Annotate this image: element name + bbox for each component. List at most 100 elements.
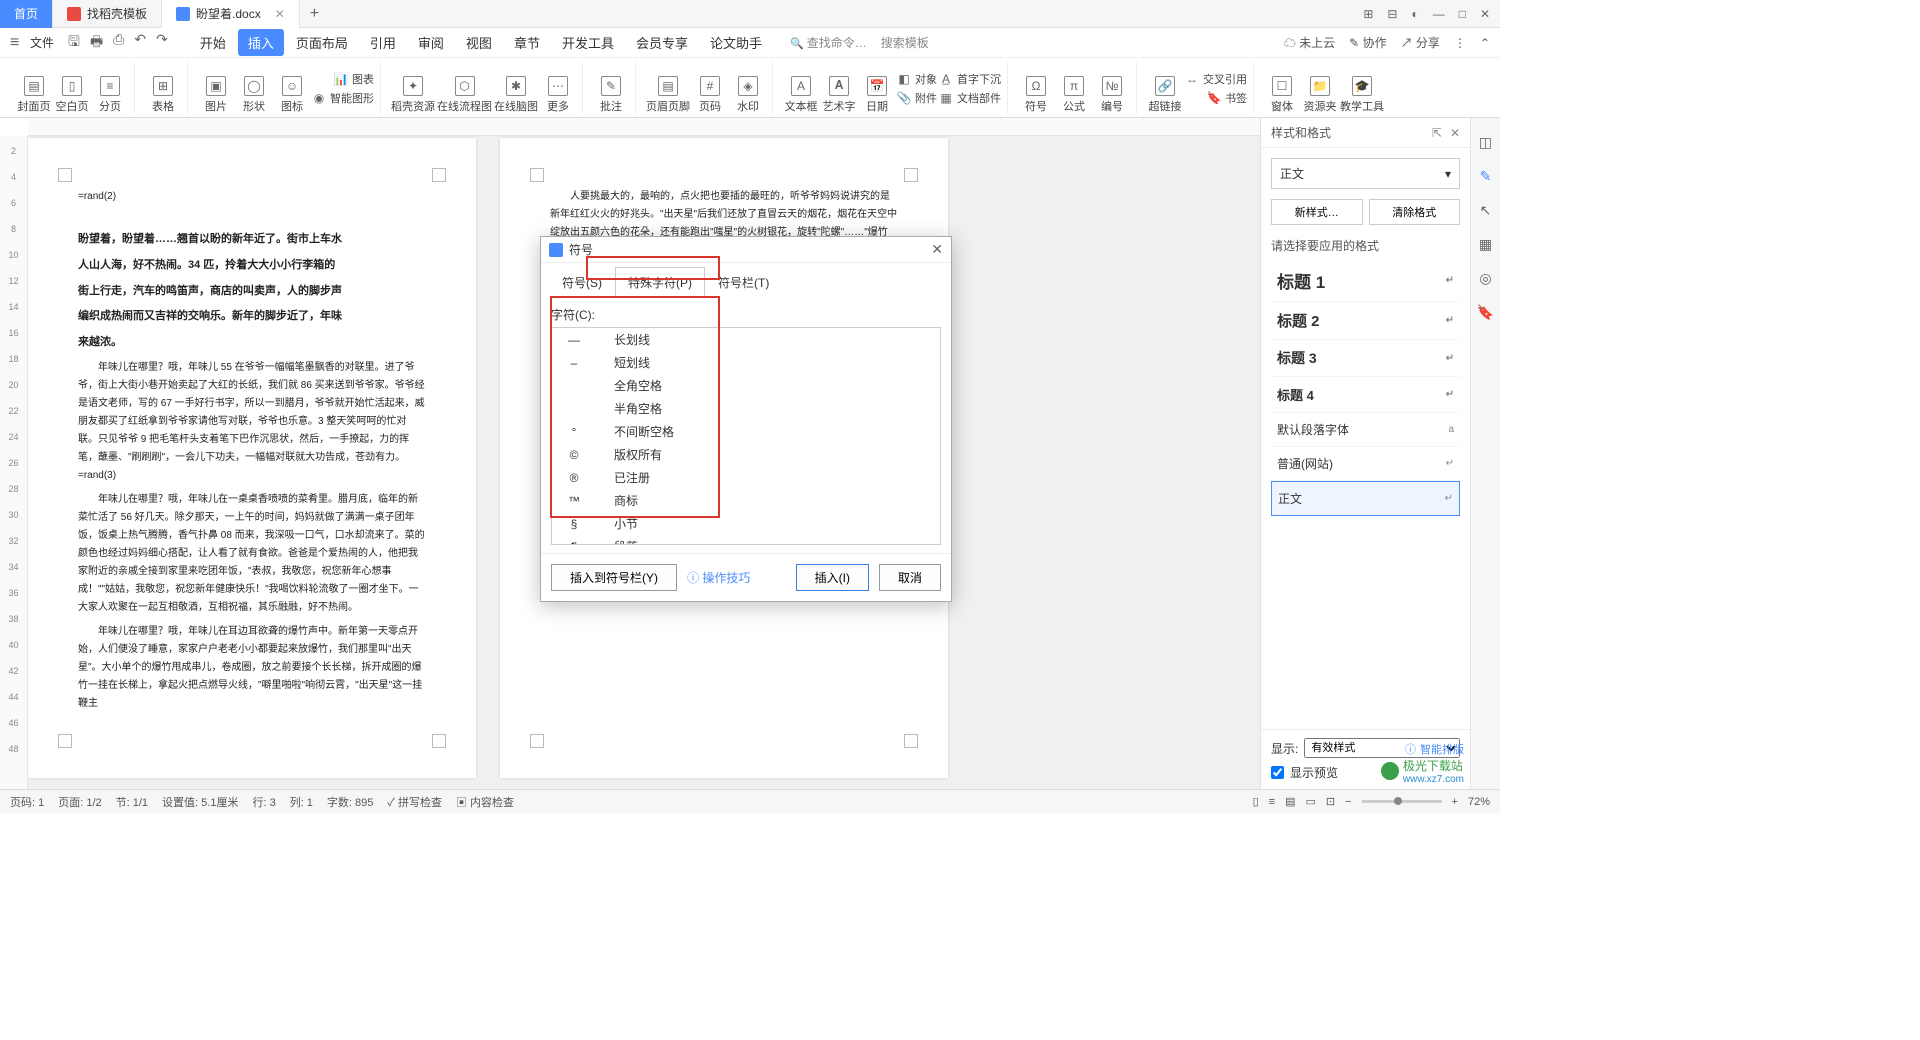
- shape-button[interactable]: ◯形状: [236, 64, 272, 114]
- pen-icon[interactable]: ✎: [1477, 168, 1495, 186]
- more-button[interactable]: ⋯更多: [540, 64, 576, 114]
- comment-button[interactable]: ✎批注: [593, 64, 629, 114]
- tips-link[interactable]: ⓘ 操作技巧: [687, 569, 750, 586]
- char-row[interactable]: ©版权所有: [552, 443, 940, 466]
- tab-document[interactable]: 盼望着.docx✕: [162, 0, 300, 28]
- zoom-out-icon[interactable]: −: [1345, 796, 1351, 808]
- preview-icon[interactable]: ⎙: [113, 31, 124, 55]
- tab-special-char[interactable]: 特殊字符(P): [615, 267, 705, 298]
- style-heading4[interactable]: 标题 4↵: [1271, 377, 1460, 413]
- vertical-ruler[interactable]: 2468101214161820222426283032343638404244…: [0, 136, 28, 789]
- style-normal-web[interactable]: 普通(网站)↵: [1271, 447, 1460, 481]
- tab-templates[interactable]: 找稻壳模板: [53, 0, 162, 28]
- form-button[interactable]: ☐窗体: [1264, 64, 1300, 114]
- bookmark-icon[interactable]: 🔖: [1477, 304, 1495, 322]
- watermark-button[interactable]: ◈水印: [730, 64, 766, 114]
- tab-pagelayout[interactable]: 页面布局: [286, 29, 358, 56]
- search-template[interactable]: 搜索模板: [881, 34, 929, 51]
- close-icon[interactable]: ✕: [275, 7, 285, 21]
- status-col[interactable]: 列: 1: [290, 794, 313, 810]
- header-footer-button[interactable]: ▤页眉页脚: [646, 64, 690, 114]
- char-row[interactable]: 半角空格: [552, 397, 940, 420]
- thumbnail-icon[interactable]: ▦: [1477, 236, 1495, 254]
- close-icon[interactable]: ✕: [1480, 7, 1490, 21]
- resource-button[interactable]: 📁资源夹: [1302, 64, 1338, 114]
- bookmark-button[interactable]: 🔖书签: [1185, 89, 1247, 107]
- grid-icon[interactable]: ⊟: [1387, 7, 1397, 21]
- char-row[interactable]: ¶段落: [552, 535, 940, 545]
- maximize-icon[interactable]: □: [1459, 7, 1466, 21]
- flowchart-button[interactable]: ⬡在线流程图: [437, 64, 492, 114]
- tab-reference[interactable]: 引用: [360, 29, 406, 56]
- formula-button[interactable]: π公式: [1056, 64, 1092, 114]
- tab-review[interactable]: 审阅: [408, 29, 454, 56]
- cover-page-button[interactable]: ▤封面页: [16, 64, 52, 114]
- close-icon[interactable]: ✕: [1450, 126, 1460, 140]
- search-command[interactable]: 查找命令…: [790, 34, 867, 51]
- smartart-button[interactable]: ◉智能图形: [312, 89, 374, 107]
- blank-page-button[interactable]: ▯空白页: [54, 64, 90, 114]
- status-section[interactable]: 节: 1/1: [116, 794, 148, 810]
- numbering-button[interactable]: №编号: [1094, 64, 1130, 114]
- layout-icon[interactable]: ⊞: [1363, 7, 1373, 21]
- view-web-icon[interactable]: ▤: [1285, 795, 1295, 808]
- dropcap-button[interactable]: A̲首字下沉: [939, 70, 1001, 88]
- menu-icon[interactable]: [10, 34, 24, 52]
- table-button[interactable]: ⊞表格: [145, 64, 181, 114]
- status-spellcheck[interactable]: ✓ 拼写检查: [387, 794, 442, 810]
- status-page[interactable]: 页码: 1: [10, 794, 44, 810]
- cloud-status[interactable]: ☁ 未上云: [1284, 34, 1335, 51]
- show-preview-checkbox[interactable]: [1271, 766, 1284, 779]
- style-body[interactable]: 正文↵: [1271, 481, 1460, 516]
- tab-insert[interactable]: 插入: [238, 29, 284, 56]
- new-style-button[interactable]: 新样式…: [1271, 199, 1363, 225]
- wordart-button[interactable]: 𝐀艺术字: [821, 64, 857, 114]
- file-menu[interactable]: 文件: [30, 34, 54, 51]
- char-row[interactable]: §小节: [552, 512, 940, 535]
- tab-home[interactable]: 首页: [0, 0, 53, 28]
- char-row[interactable]: —长划线: [552, 328, 940, 351]
- chart-button[interactable]: 📊图表: [312, 70, 374, 88]
- clear-format-button[interactable]: 清除格式: [1369, 199, 1461, 225]
- more-icon[interactable]: ⋮: [1454, 36, 1466, 50]
- redo-icon[interactable]: ↷: [156, 31, 168, 55]
- char-row[interactable]: ™商标: [552, 489, 940, 512]
- tab-section[interactable]: 章节: [504, 29, 550, 56]
- save-icon[interactable]: 🖫: [68, 31, 80, 55]
- attachment-button[interactable]: 📎附件: [897, 89, 937, 107]
- teaching-button[interactable]: 🎓教学工具: [1340, 64, 1384, 114]
- page-number-button[interactable]: #页码: [692, 64, 728, 114]
- char-row[interactable]: –短划线: [552, 351, 940, 374]
- style-heading2[interactable]: 标题 2↵: [1271, 302, 1460, 340]
- collab-button[interactable]: ✎ 协作: [1349, 34, 1386, 51]
- collapse-icon[interactable]: ⌃: [1480, 36, 1490, 50]
- status-pages[interactable]: 页面: 1/2: [58, 794, 101, 810]
- style-heading1[interactable]: 标题 1↵: [1271, 260, 1460, 302]
- tab-view[interactable]: 视图: [456, 29, 502, 56]
- object-button[interactable]: ◧对象: [897, 70, 937, 88]
- symbol-button[interactable]: Ω符号: [1018, 64, 1054, 114]
- page-1[interactable]: =rand(2) 盼望着，盼望着……翘首以盼的新年近了。街市上车水 人山人海，好…: [28, 138, 476, 778]
- tab-add[interactable]: +: [300, 5, 329, 23]
- page-break-button[interactable]: ≡分页: [92, 64, 128, 114]
- share-button[interactable]: ↗ 分享: [1401, 34, 1440, 51]
- tab-developer[interactable]: 开发工具: [552, 29, 624, 56]
- icon-button[interactable]: ☺图标: [274, 64, 310, 114]
- tab-member[interactable]: 会员专享: [626, 29, 698, 56]
- zoom-fit-icon[interactable]: ⊡: [1326, 795, 1335, 808]
- tab-thesis[interactable]: 论文助手: [700, 29, 772, 56]
- char-row[interactable]: ®已注册: [552, 466, 940, 489]
- select-icon[interactable]: ↖: [1477, 202, 1495, 220]
- view-page-icon[interactable]: ▯: [1253, 795, 1259, 808]
- view-read-icon[interactable]: ▭: [1305, 795, 1315, 808]
- mindmap-button[interactable]: ✱在线脑图: [494, 64, 538, 114]
- status-contentcheck[interactable]: ▣ 内容检查: [456, 794, 514, 810]
- print-icon[interactable]: 🖶: [90, 31, 103, 55]
- target-icon[interactable]: ◎: [1477, 270, 1495, 288]
- minimize-icon[interactable]: —: [1433, 7, 1445, 21]
- zoom-in-icon[interactable]: +: [1452, 796, 1458, 808]
- zoom-slider[interactable]: [1362, 800, 1442, 803]
- picture-button[interactable]: ▣图片: [198, 64, 234, 114]
- date-button[interactable]: 📅日期: [859, 64, 895, 114]
- close-icon[interactable]: ✕: [931, 241, 943, 258]
